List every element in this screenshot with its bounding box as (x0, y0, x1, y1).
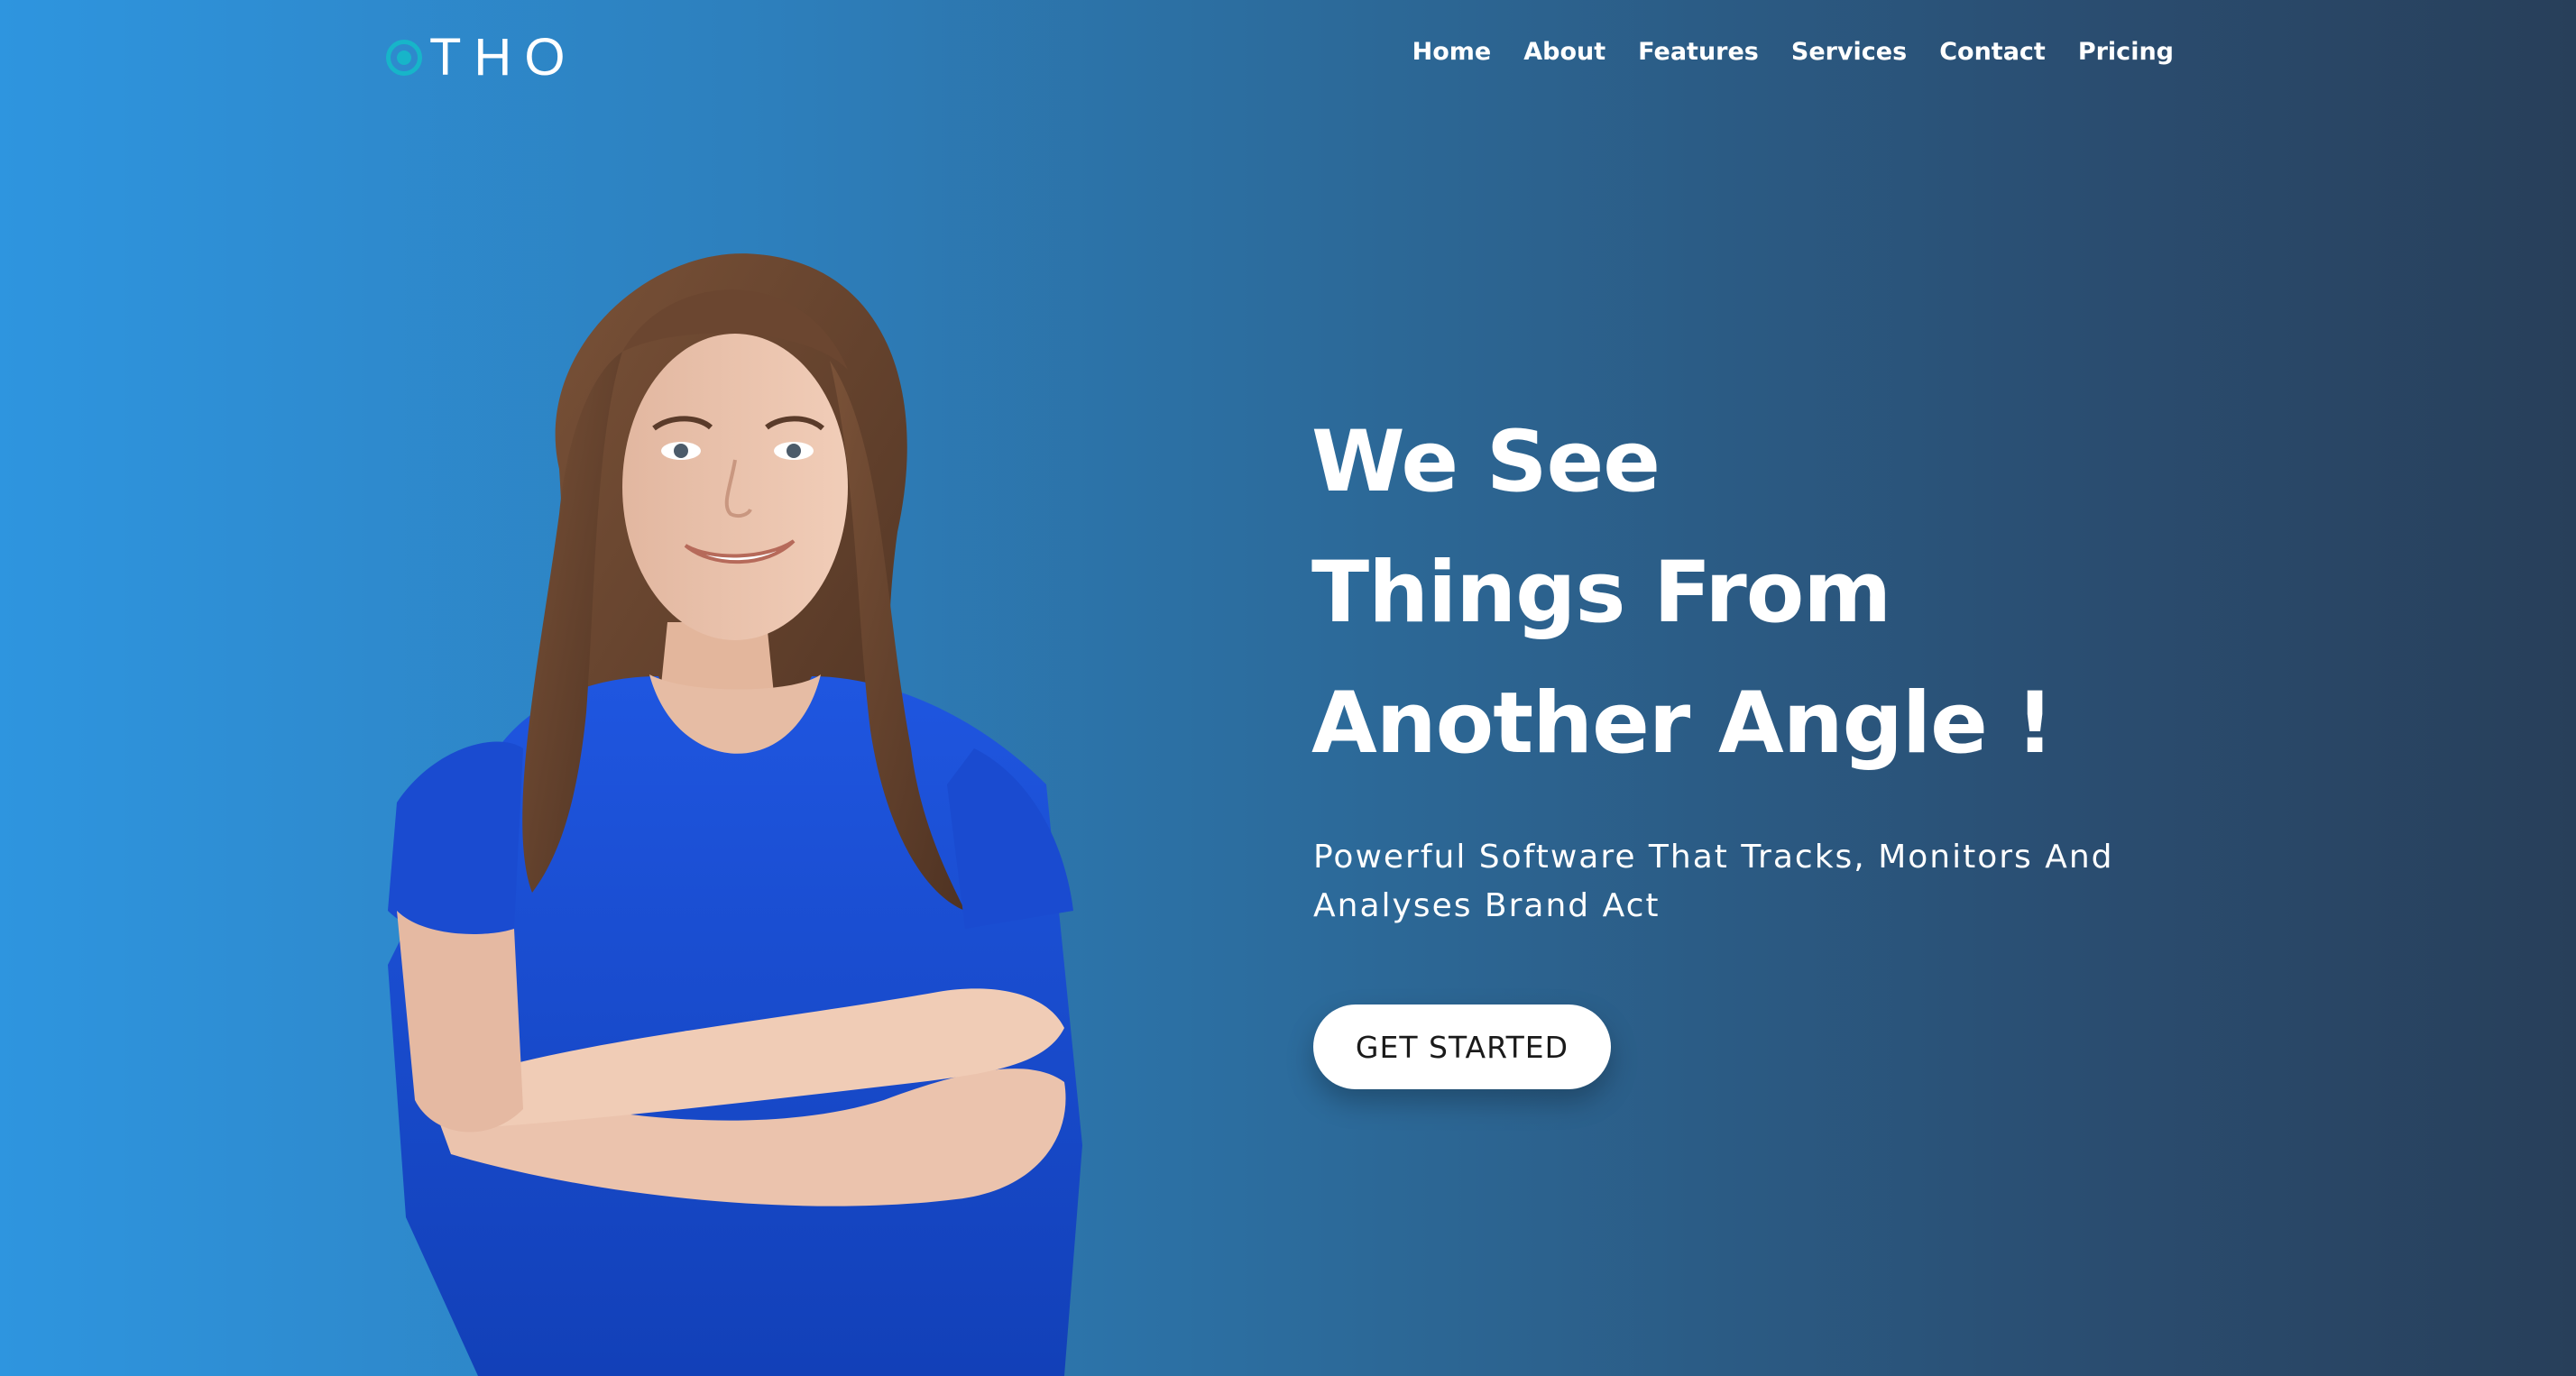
nav-about-link[interactable]: About (1523, 32, 1605, 72)
left-sleeve (388, 741, 523, 939)
nav-home-link[interactable]: Home (1412, 32, 1492, 72)
left-upper-arm (397, 911, 523, 1133)
hero-woman-image (388, 253, 1082, 1376)
get-started-button[interactable]: GET STARTED (1313, 1004, 1611, 1089)
nav-services-link[interactable]: Services (1791, 32, 1907, 72)
headline-line-3: Another Angle ! (1311, 674, 2054, 773)
logo-ring-icon (386, 40, 422, 76)
nav-features-link[interactable]: Features (1638, 32, 1759, 72)
main-nav: Home About Features Services Contact Pri… (1412, 32, 2174, 72)
hero-headline: We See Things From Another Angle ! (1311, 397, 2213, 789)
face (622, 334, 848, 640)
right-sleeve (947, 748, 1073, 929)
hero-subtitle: Powerful Software That Tracks, Monitors … (1313, 839, 2114, 924)
site-logo[interactable]: THO (386, 31, 577, 85)
nav-pricing-link[interactable]: Pricing (2078, 32, 2174, 72)
headline-line-2: Things From (1311, 544, 1891, 642)
logo-text: THO (429, 28, 578, 87)
nav-contact-link[interactable]: Contact (1939, 32, 2046, 72)
headline-line-1: We See (1311, 413, 1661, 511)
hero-section: THO Home About Features Services Contact… (0, 0, 2576, 1376)
